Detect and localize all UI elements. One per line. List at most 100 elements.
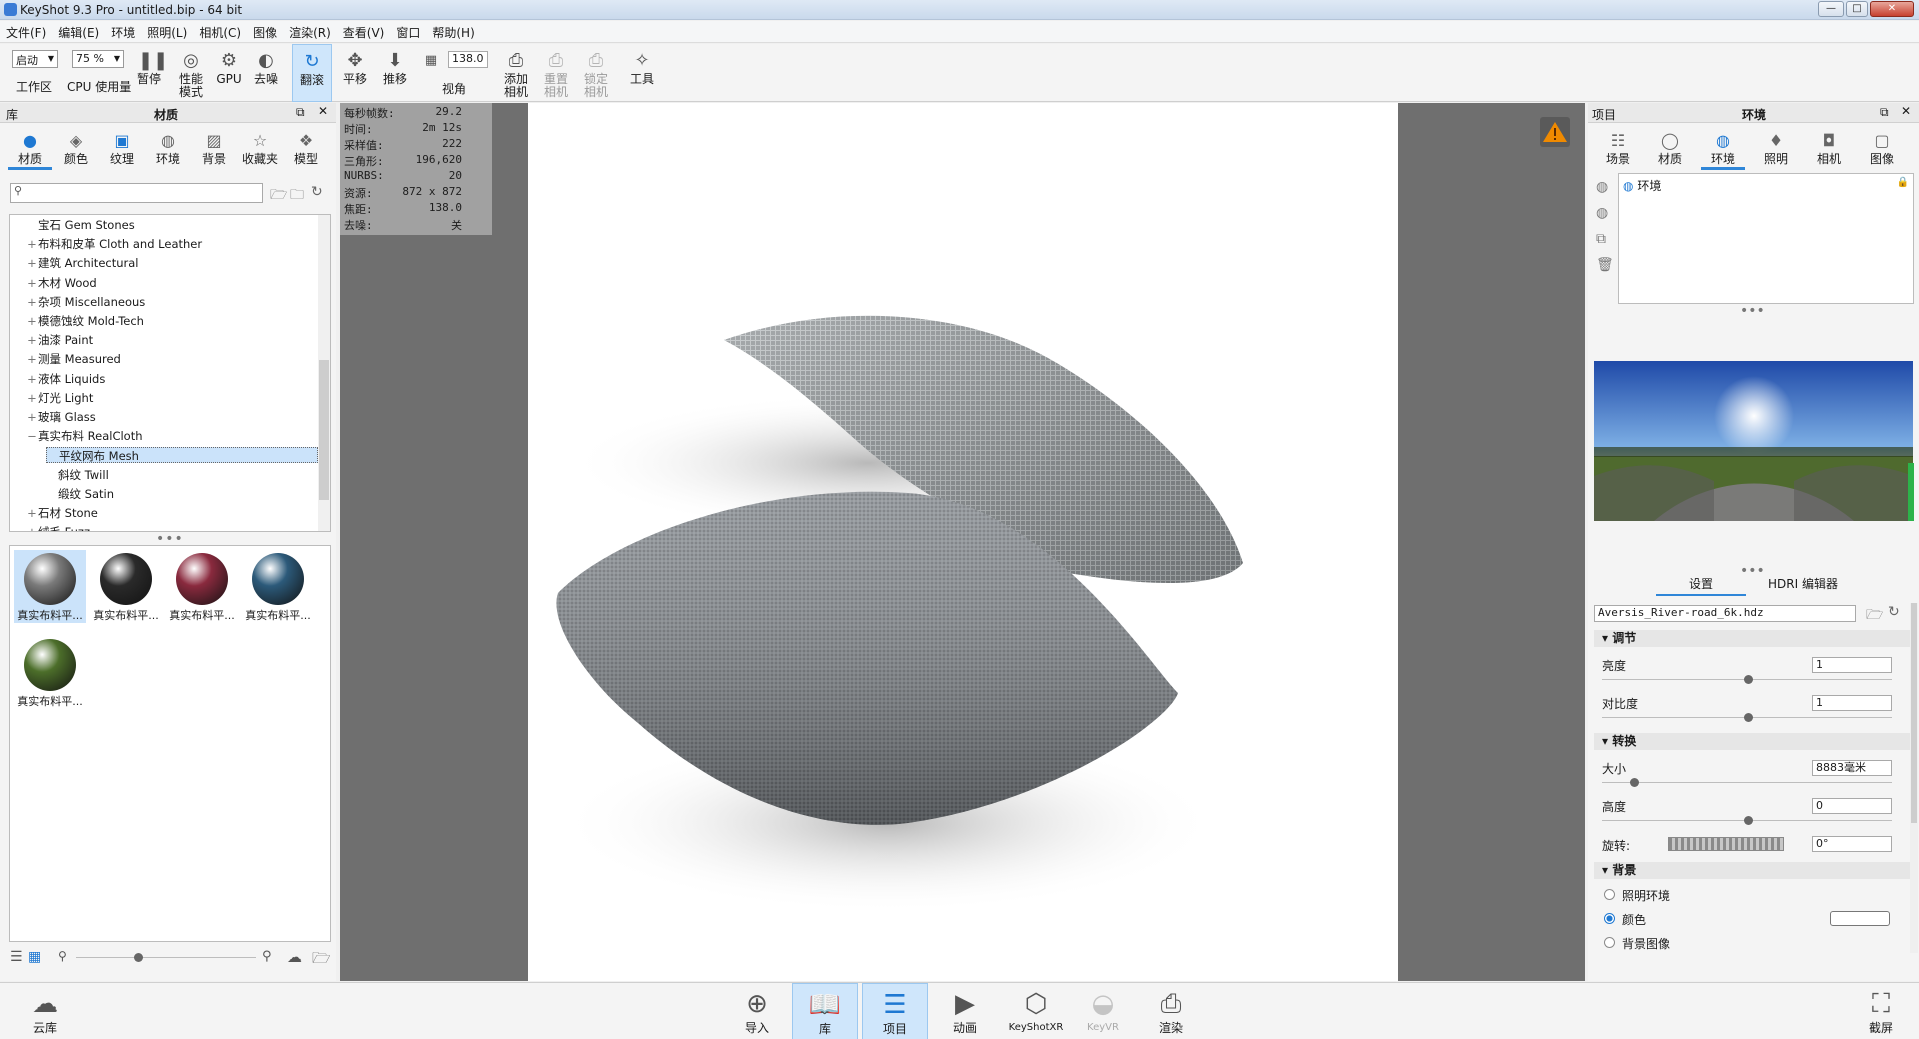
add-environment-icon[interactable]: ◍ [1596,179,1608,195]
trash-icon[interactable]: 🗑 [1596,257,1614,273]
tree-item[interactable]: +油漆 Paint [26,332,318,348]
tab-image[interactable]: ▢ 图像 [1860,129,1904,167]
expand-toggle-icon[interactable]: + [26,506,38,520]
project-toggle-button[interactable]: ☰ 项目 [862,983,928,1039]
tree-item[interactable]: +测量 Measured [26,351,318,367]
bg-color-radio[interactable] [1604,913,1615,924]
height-slider[interactable] [1602,816,1892,825]
tab-models[interactable]: ❖ 模型 [284,129,328,167]
bg-color-swatch[interactable] [1830,911,1890,926]
hdri-file-input[interactable]: Aversis_River-road_6k.hdz [1594,605,1856,622]
tree-item[interactable]: +杂项 Miscellaneous [26,294,318,310]
tab-backgrounds[interactable]: ▨ 背景 [192,129,236,167]
tab-materials[interactable]: ● 材质 [8,129,52,170]
expand-toggle-icon[interactable]: + [26,410,38,424]
expand-toggle-icon[interactable]: + [26,314,38,328]
material-thumbnail[interactable]: 真实布料平... [14,636,86,709]
expand-toggle-icon[interactable]: + [26,256,38,270]
menu-environment[interactable]: 环境 [105,21,141,41]
folder-add-icon[interactable]: 🗀 [290,184,304,208]
tab-material[interactable]: ◯ 材质 [1648,129,1692,167]
cpu-usage-select[interactable]: 75 % ▼ [72,50,124,68]
expand-toggle-icon[interactable]: + [26,372,38,386]
expand-toggle-icon[interactable]: + [26,525,38,531]
material-thumbnail[interactable]: 真实布料平... [242,550,314,623]
adjust-section-header[interactable]: ▾ 调节 [1594,630,1914,647]
import-button[interactable]: ⊕ 导入 [724,983,790,1039]
tree-item[interactable]: +木材 Wood [26,275,318,291]
pause-button[interactable]: ❚❚ 暂停 [134,44,168,102]
float-panel-icon[interactable]: ⧉ [1880,105,1889,120]
performance-mode-button[interactable]: ◎ 性能 模式 [172,44,210,102]
maximize-button[interactable]: □ [1846,1,1868,17]
bg-image-radio[interactable] [1604,937,1615,948]
dolly-button[interactable]: ⬇ 推移 [378,44,412,102]
close-window-button[interactable]: ✕ [1870,1,1914,17]
cloud-library-button[interactable]: ☁ 云库 [12,983,78,1039]
expand-toggle-icon[interactable]: + [26,276,38,290]
contrast-knob[interactable] [1744,713,1753,722]
keyshotxr-button[interactable]: ⬡ KeyShotXR [1000,983,1072,1039]
animation-button[interactable]: ▶ 动画 [932,983,998,1039]
tree-item[interactable]: 斜纹 Twill [46,467,318,483]
folder-open-icon[interactable]: 🗁 [270,184,287,208]
brightness-input[interactable]: 1 [1812,657,1892,673]
tree-item[interactable]: −真实布料 RealCloth [26,428,318,444]
brightness-knob[interactable] [1744,675,1753,684]
expand-toggle-icon[interactable]: + [26,237,38,251]
lock-camera-button[interactable]: ⎙ 锁定 相机 [578,44,614,102]
tab-colors[interactable]: ◈ 颜色 [54,129,98,167]
tools-button[interactable]: ✧ 工具 [624,44,660,102]
menu-window[interactable]: 窗口 [390,21,426,41]
cloud-upload-icon[interactable]: ☁ [287,948,302,966]
tree-item[interactable]: +布料和皮革 Cloth and Leather [26,236,318,252]
size-input[interactable]: 8883毫米 [1812,760,1892,776]
material-thumbnail[interactable]: 真实布料平... [14,550,86,623]
brightness-slider[interactable] [1602,675,1892,684]
menu-lighting[interactable]: 照明(L) [141,21,193,41]
tree-scrollbar-thumb[interactable] [319,360,329,500]
menu-camera[interactable]: 相机(C) [193,21,247,41]
tree-item[interactable]: 宝石 Gem Stones [26,217,318,233]
duplicate-environment-icon[interactable]: ◍ [1596,205,1608,221]
material-thumbnail[interactable]: 真实布料平... [90,550,162,623]
subtab-settings[interactable]: 设置 [1656,575,1746,596]
render-button[interactable]: ⎙ 渲染 [1138,983,1204,1039]
minimize-button[interactable]: — [1818,1,1844,17]
menu-view[interactable]: 查看(V) [337,21,391,41]
thumbnail-size-knob[interactable] [134,953,143,962]
library-search-input[interactable]: ⚲ [10,183,263,203]
workspace-select[interactable]: 启动 ▼ [12,50,58,68]
tab-environments[interactable]: ◍ 环境 [146,129,190,167]
size-knob[interactable] [1630,778,1639,787]
tumble-button[interactable]: ↻ 翻滚 [292,44,332,102]
rotation-input[interactable]: 0° [1812,836,1892,852]
refresh-icon[interactable]: ↻ [311,184,323,200]
copy-environment-icon[interactable]: ⧉ [1596,231,1606,247]
menu-render[interactable]: 渲染(R) [283,21,337,41]
render-canvas[interactable] [528,103,1398,981]
close-panel-icon[interactable]: ✕ [318,104,328,118]
tree-item[interactable]: +液体 Liquids [26,371,318,387]
tree-scrollbar[interactable] [318,215,330,531]
tree-item[interactable]: +建筑 Architectural [26,255,318,271]
material-thumbnail[interactable]: 真实布料平... [166,550,238,623]
expand-toggle-icon[interactable]: + [26,295,38,309]
bg-lighting-env-radio[interactable] [1604,889,1615,900]
folder-icon[interactable]: 🗁 [312,948,331,973]
tree-item[interactable]: +模德蚀纹 Mold-Tech [26,313,318,329]
screenshot-button[interactable]: ⛶ 截屏 [1848,983,1914,1039]
refresh-icon[interactable]: ↻ [1888,604,1900,620]
thumbnail-size-slider[interactable] [76,953,256,962]
expand-toggle-icon[interactable]: + [26,333,38,347]
tree-item[interactable]: 平纹网布 Mesh [46,447,318,463]
height-input[interactable]: 0 [1812,798,1892,814]
tree-item[interactable]: +灯光 Light [26,390,318,406]
subtab-hdri-editor[interactable]: HDRI 编辑器 [1758,575,1848,592]
settings-scrollbar-thumb[interactable] [1911,603,1917,823]
tab-lighting[interactable]: ♦ 照明 [1754,129,1798,167]
folder-open-icon[interactable]: 🗁 [1866,604,1883,628]
menu-file[interactable]: 文件(F) [0,21,52,41]
denoise-button[interactable]: ◐ 去噪 [250,44,282,102]
contrast-slider[interactable] [1602,713,1892,722]
